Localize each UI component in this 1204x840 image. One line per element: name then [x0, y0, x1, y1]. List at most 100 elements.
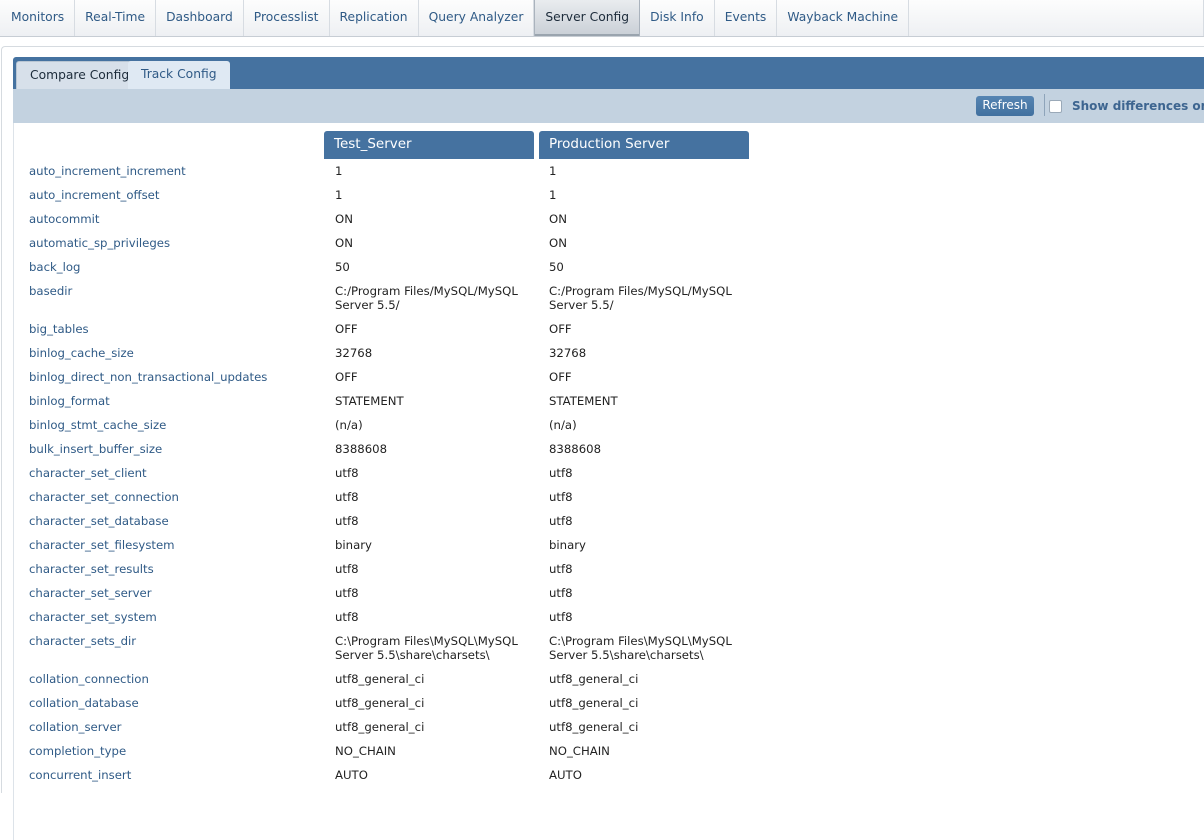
production-server-value: utf8_general_ci	[549, 672, 639, 686]
test-server-value: 8388608	[335, 442, 388, 456]
test-server-value: utf8_general_ci	[335, 672, 425, 686]
nav-tab-real-time[interactable]: Real-Time	[75, 0, 157, 36]
production-server-value: 8388608	[549, 442, 602, 456]
nav-tab-processlist[interactable]: Processlist	[244, 0, 330, 36]
production-server-value: C:\Program Files\MySQL\MySQL Server 5.5\…	[549, 634, 732, 662]
column-header-test-server: Test_Server	[324, 131, 534, 159]
table-row: binlog_direct_non_transactional_updates O…	[14, 370, 1204, 394]
variable-name-link[interactable]: character_set_filesystem	[29, 538, 175, 552]
table-row: collation_server utf8_general_ci utf8_gene…	[14, 720, 1204, 744]
variable-name-link[interactable]: bulk_insert_buffer_size	[29, 442, 162, 456]
production-server-value: STATEMENT	[549, 394, 618, 408]
production-server-value: utf8	[549, 466, 573, 480]
test-server-value: 1	[335, 188, 343, 202]
variable-name-link[interactable]: basedir	[29, 284, 72, 298]
variable-name-link[interactable]: auto_increment_increment	[29, 164, 186, 178]
variable-name-link[interactable]: character_set_server	[29, 586, 152, 600]
variable-name-link[interactable]: binlog_stmt_cache_size	[29, 418, 166, 432]
test-server-value: 1	[335, 164, 343, 178]
table-row: character_set_server utf8 utf8	[14, 586, 1204, 610]
nav-tab-replication[interactable]: Replication	[330, 0, 419, 36]
show-differences-toggle[interactable]: Show differences only	[1049, 98, 1204, 114]
production-server-value: utf8	[549, 610, 573, 624]
test-server-value: utf8	[335, 586, 359, 600]
test-server-value: utf8_general_ci	[335, 720, 425, 734]
table-row: auto_increment_increment 1 1	[14, 164, 1204, 188]
nav-tab-wayback-machine[interactable]: Wayback Machine	[777, 0, 910, 36]
table-row: automatic_sp_privileges ON ON	[14, 236, 1204, 260]
production-server-value: utf8	[549, 514, 573, 528]
nav-tab-server-config[interactable]: Server Config	[534, 0, 641, 36]
variable-name-link[interactable]: character_sets_dir	[29, 634, 136, 648]
panel-header: Compare Config Track Config	[13, 57, 1204, 89]
table-row: auto_increment_offset 1 1	[14, 188, 1204, 212]
variable-name-link[interactable]: character_set_results	[29, 562, 154, 576]
nav-tab-disk-info[interactable]: Disk Info	[640, 0, 715, 36]
variable-name-link[interactable]: character_set_system	[29, 610, 157, 624]
table-row: character_set_filesystem binary binary	[14, 538, 1204, 562]
test-server-value: utf8_general_ci	[335, 696, 425, 710]
variable-name-link[interactable]: autocommit	[29, 212, 99, 226]
variable-name-link[interactable]: binlog_cache_size	[29, 346, 134, 360]
nav-tab-query-analyzer[interactable]: Query Analyzer	[419, 0, 535, 36]
production-server-value: binary	[549, 538, 586, 552]
test-server-value: STATEMENT	[335, 394, 404, 408]
variable-name-link[interactable]: back_log	[29, 260, 80, 274]
test-server-value: utf8	[335, 466, 359, 480]
variable-name-link[interactable]: collation_connection	[29, 672, 149, 686]
variable-name-link[interactable]: collation_database	[29, 696, 139, 710]
test-server-value: binary	[335, 538, 372, 552]
table-row: character_set_database utf8 utf8	[14, 514, 1204, 538]
variable-name-link[interactable]: character_set_database	[29, 514, 169, 528]
variable-name-link[interactable]: collation_server	[29, 720, 121, 734]
test-server-value: OFF	[335, 322, 358, 336]
production-server-value: OFF	[549, 322, 572, 336]
table-row: big_tables OFF OFF	[14, 322, 1204, 346]
table-row: concurrent_insert AUTO AUTO	[14, 768, 1204, 792]
production-server-value: utf8_general_ci	[549, 720, 639, 734]
table-row: character_set_client utf8 utf8	[14, 466, 1204, 490]
show-differences-checkbox[interactable]	[1049, 99, 1062, 113]
table-row: character_sets_dir C:\Program Files\MySQL…	[14, 634, 1204, 672]
table-row: collation_connection utf8_general_ci utf8_…	[14, 672, 1204, 696]
toolbar-divider	[1044, 94, 1045, 116]
server-config-panel: Compare Config Track Config Refresh Show…	[1, 46, 1204, 840]
test-server-value: utf8	[335, 490, 359, 504]
test-server-value: utf8	[335, 514, 359, 528]
table-row: character_set_connection utf8 utf8	[14, 490, 1204, 514]
variable-name-link[interactable]: character_set_connection	[29, 490, 179, 504]
production-server-value: NO_CHAIN	[549, 744, 610, 758]
subtab-track-config[interactable]: Track Config	[128, 61, 230, 89]
production-server-value: 1	[549, 188, 557, 202]
test-server-value: ON	[335, 212, 353, 226]
variable-name-link[interactable]: auto_increment_offset	[29, 188, 159, 202]
subtab-compare-config[interactable]: Compare Config	[16, 61, 144, 89]
production-server-value: OFF	[549, 370, 572, 384]
variable-name-link[interactable]: binlog_format	[29, 394, 110, 408]
test-server-value: (n/a)	[335, 418, 363, 432]
top-navigation: Monitors Real-Time Dashboard Processlist…	[0, 0, 1204, 37]
table-row: basedir C:/Program Files/MySQL/MySQL Serv…	[14, 284, 1204, 322]
production-server-value: 1	[549, 164, 557, 178]
variable-name-link[interactable]: automatic_sp_privileges	[29, 236, 170, 250]
test-server-value: 32768	[335, 346, 373, 360]
test-server-value: OFF	[335, 370, 358, 384]
production-server-value: ON	[549, 212, 567, 226]
nav-tab-dashboard[interactable]: Dashboard	[156, 0, 244, 36]
variable-name-link[interactable]: big_tables	[29, 322, 89, 336]
variable-name-link[interactable]: binlog_direct_non_transactional_updates	[29, 370, 267, 384]
nav-tab-events[interactable]: Events	[715, 0, 778, 36]
compare-table: Test_Server Production Server auto_incre…	[13, 123, 1204, 840]
test-server-value: utf8	[335, 562, 359, 576]
production-server-value: 32768	[549, 346, 587, 360]
test-server-value: AUTO	[335, 768, 368, 782]
variable-name-link[interactable]: concurrent_insert	[29, 768, 131, 782]
nav-tab-monitors[interactable]: Monitors	[0, 0, 76, 36]
test-server-value: C:\Program Files\MySQL\MySQL Server 5.5\…	[335, 634, 518, 662]
refresh-button[interactable]: Refresh	[976, 96, 1034, 116]
column-header-production-server: Production Server	[539, 131, 749, 159]
table-row: autocommit ON ON	[14, 212, 1204, 236]
variable-name-link[interactable]: character_set_client	[29, 466, 147, 480]
variable-name-link[interactable]: completion_type	[29, 744, 126, 758]
table-row: completion_type NO_CHAIN NO_CHAIN	[14, 744, 1204, 768]
